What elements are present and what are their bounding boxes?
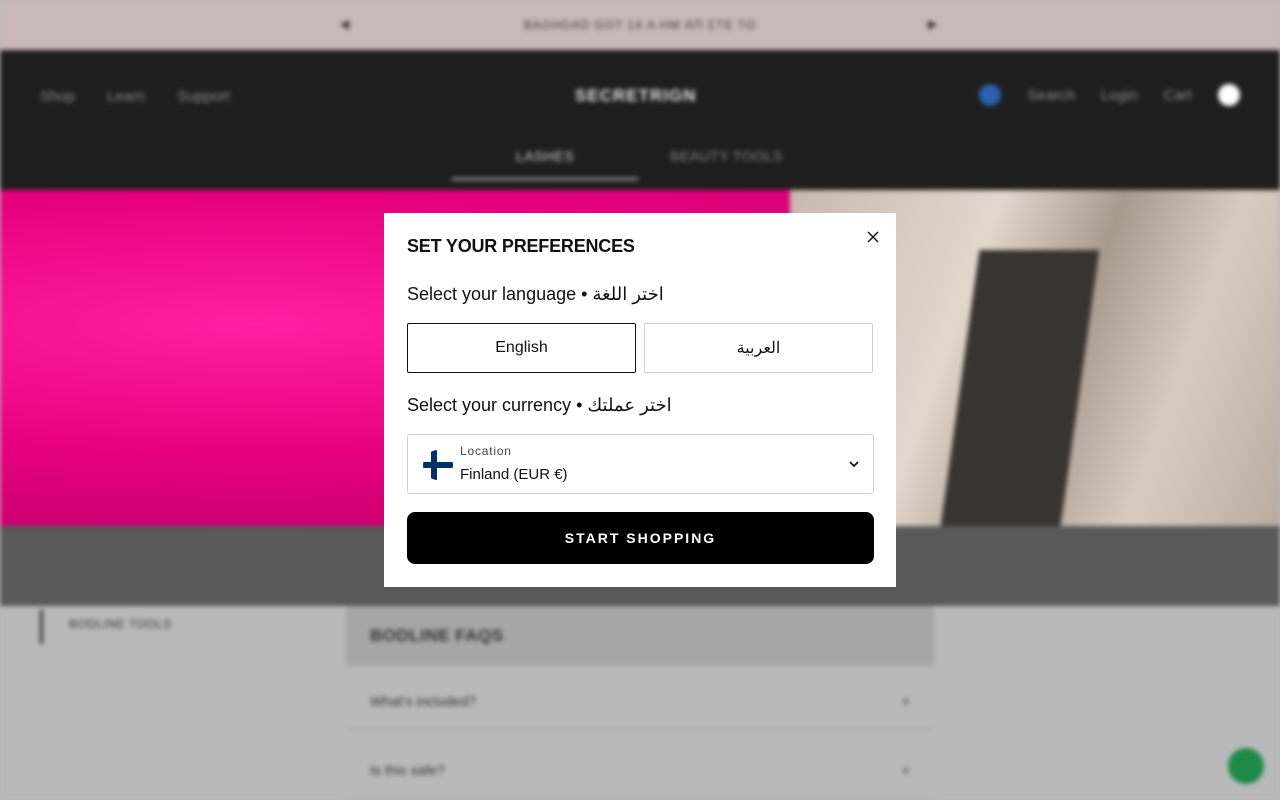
faq-row[interactable]: What's included? +: [346, 672, 934, 730]
nav-cart[interactable]: Cart: [1164, 87, 1192, 104]
plus-icon: +: [901, 762, 910, 778]
nav-right: Search Login Cart: [979, 84, 1240, 106]
whatsapp-icon[interactable]: [1228, 748, 1264, 784]
country-flag-icon[interactable]: [979, 84, 1002, 106]
faq-section: BODLINE TOOLS BODLINE FAQS What's includ…: [0, 606, 1280, 800]
announcement-text: BAGHDAD GOT 14 Α HM ΑΠ ΣΤΕ ΤΟ: [523, 18, 757, 32]
location-select[interactable]: Location Finland (EUR €): [407, 434, 874, 494]
location-value: Finland (EUR €): [460, 466, 568, 483]
tab-beauty-tools[interactable]: BEAUTY TOOLS: [670, 148, 847, 180]
site-logo[interactable]: SECRETRIGN: [575, 86, 696, 106]
plus-icon: +: [901, 693, 910, 709]
nav-learn[interactable]: Learn: [107, 88, 145, 105]
site-header: Shop Learn Support SECRETRIGN Search Log…: [0, 50, 1280, 190]
side-nav-item[interactable]: BODLINE TOOLS: [40, 610, 172, 644]
arrow-left-icon[interactable]: ◀: [340, 17, 350, 31]
nav-search[interactable]: Search: [1027, 87, 1075, 104]
category-tabs: LASHES BEAUTY TOOLS: [452, 148, 847, 180]
language-arabic-button[interactable]: العربية: [644, 323, 873, 373]
arrow-right-icon[interactable]: ▶: [928, 17, 938, 31]
preferences-modal: SET YOUR PREFERENCES Select your languag…: [384, 213, 896, 587]
nav-login[interactable]: Login: [1101, 87, 1138, 104]
language-english-button[interactable]: English: [407, 323, 636, 373]
nav-shop[interactable]: Shop: [40, 88, 75, 105]
faq-question: What's included?: [370, 693, 477, 709]
modal-title: SET YOUR PREFERENCES: [407, 236, 635, 256]
nav-left: Shop Learn Support: [40, 88, 230, 105]
chevron-down-icon: [847, 457, 861, 471]
start-shopping-button[interactable]: START SHOPPING: [407, 512, 874, 564]
cart-badge: [1218, 84, 1240, 106]
finland-flag-icon: [423, 450, 453, 480]
nav-support[interactable]: Support: [177, 88, 230, 105]
tab-lashes[interactable]: LASHES: [452, 148, 639, 180]
faq-title: BODLINE FAQS: [346, 606, 934, 666]
faq-question: Is this safe?: [370, 762, 445, 778]
faq-row[interactable]: Is this safe? +: [346, 741, 934, 799]
location-label: Location: [460, 444, 512, 458]
announcement-bar: ◀ BAGHDAD GOT 14 Α HM ΑΠ ΣΤΕ ΤΟ ▶: [0, 0, 1280, 50]
currency-label: Select your currency • اختر عملتك: [407, 395, 672, 415]
close-icon[interactable]: [863, 227, 883, 247]
language-label: Select your language • اختر اللغة: [407, 284, 664, 304]
